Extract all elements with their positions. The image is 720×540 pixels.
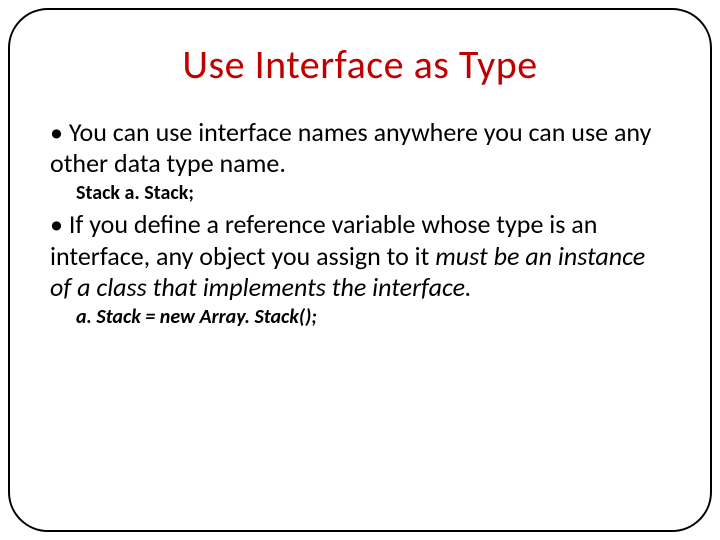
slide-frame: Use Interface as Type • You can use inte… <box>8 8 712 532</box>
bullet-1: • You can use interface names anywhere y… <box>50 117 670 179</box>
code-line-2: a. Stack = new Array. Stack(); <box>76 305 670 329</box>
slide-content: • You can use interface names anywhere y… <box>50 117 670 329</box>
slide-title: Use Interface as Type <box>50 40 670 89</box>
code-line-1: Stack a. Stack; <box>76 181 670 205</box>
bullet-2: • If you define a reference variable who… <box>50 209 670 303</box>
